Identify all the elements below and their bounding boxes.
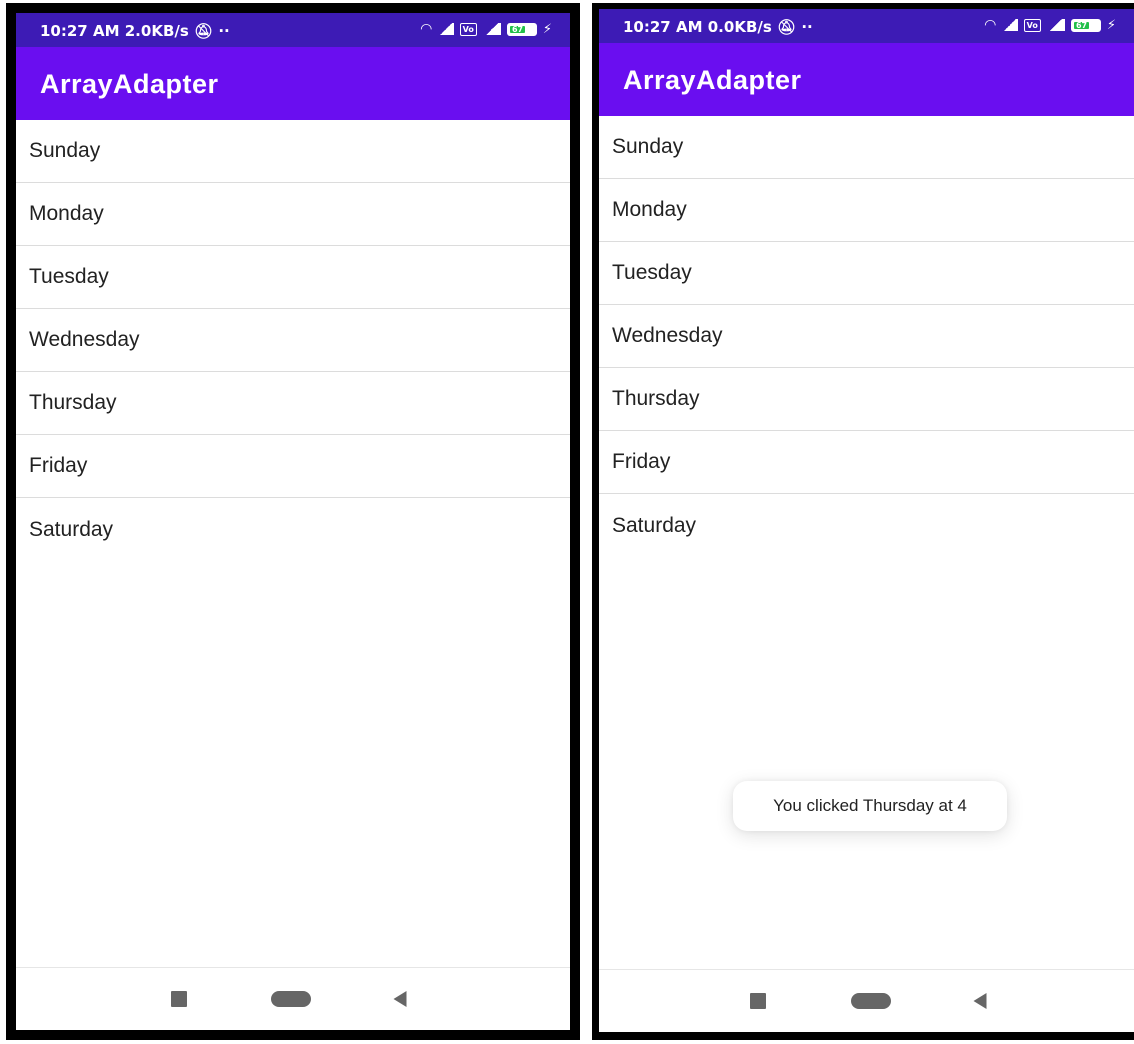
lte-signal-icon [482, 23, 501, 35]
day-list: Sunday Monday Tuesday Wednesday Thursday… [16, 120, 570, 561]
app-screen: 10:27 AM 2.0KB/s 🔕︎ ·· ◠ Vo 67 ⚡︎ ArrayA… [16, 13, 570, 1030]
recents-button[interactable] [171, 991, 187, 1007]
status-speed: 2.0KB/s [124, 22, 189, 40]
list-item-saturday[interactable]: Saturday [16, 498, 570, 561]
day-list: Sunday Monday Tuesday Wednesday Thursday… [599, 116, 1134, 557]
back-button[interactable] [973, 993, 987, 1009]
wifi-icon: ◠ [984, 17, 996, 33]
navigation-bar [16, 967, 570, 1030]
dots-icon: ·· [801, 18, 813, 36]
volte-icon: Vo [459, 22, 477, 36]
recents-button[interactable] [750, 993, 766, 1009]
signal-icon [437, 23, 454, 35]
lte-signal-icon [1046, 19, 1065, 31]
list-item-thursday[interactable]: Thursday [16, 372, 570, 435]
mute-icon: 🔕︎ [194, 22, 214, 40]
list-item-thursday[interactable]: Thursday [599, 368, 1134, 431]
toast-message: You clicked Thursday at 4 [733, 781, 1007, 831]
app-title: ArrayAdapter [623, 65, 802, 95]
app-title: ArrayAdapter [40, 69, 219, 99]
battery-icon: 67 [1070, 18, 1101, 32]
list-item-tuesday[interactable]: Tuesday [16, 246, 570, 309]
status-right: ◠ Vo 67 ⚡︎ [421, 21, 552, 37]
list-item-saturday[interactable]: Saturday [599, 494, 1134, 557]
signal-icon [1001, 19, 1018, 31]
app-screen: 10:27 AM 0.0KB/s 🔕︎ ·· ◠ Vo 67 ⚡︎ ArrayA… [599, 9, 1134, 1032]
home-button[interactable] [271, 991, 311, 1007]
status-speed: 0.0KB/s [707, 18, 772, 36]
home-button[interactable] [851, 993, 891, 1009]
app-bar: ArrayAdapter [599, 43, 1134, 116]
list-item-tuesday[interactable]: Tuesday [599, 242, 1134, 305]
list-item-sunday[interactable]: Sunday [599, 116, 1134, 179]
dots-icon: ·· [218, 22, 230, 40]
phone-screen-left: 10:27 AM 2.0KB/s 🔕︎ ·· ◠ Vo 67 ⚡︎ ArrayA… [6, 3, 580, 1040]
list-item-friday[interactable]: Friday [599, 431, 1134, 494]
volte-icon: Vo [1023, 18, 1041, 32]
battery-level: 67 [509, 25, 526, 33]
list-item-wednesday[interactable]: Wednesday [599, 305, 1134, 368]
charging-icon: ⚡︎ [1106, 17, 1116, 33]
list-item-friday[interactable]: Friday [16, 435, 570, 498]
app-bar: ArrayAdapter [16, 47, 570, 120]
screenshot-canvas: 10:27 AM 2.0KB/s 🔕︎ ·· ◠ Vo 67 ⚡︎ ArrayA… [0, 0, 1134, 1044]
mute-icon: 🔕︎ [777, 18, 797, 36]
status-time: 10:27 AM [623, 18, 703, 36]
navigation-bar [599, 969, 1134, 1032]
charging-icon: ⚡︎ [542, 21, 552, 37]
list-item-monday[interactable]: Monday [599, 179, 1134, 242]
status-left: 10:27 AM 2.0KB/s 🔕︎ ·· [40, 22, 230, 40]
back-button[interactable] [393, 991, 407, 1007]
status-bar: 10:27 AM 2.0KB/s 🔕︎ ·· ◠ Vo 67 ⚡︎ [16, 13, 570, 47]
list-item-wednesday[interactable]: Wednesday [16, 309, 570, 372]
list-item-monday[interactable]: Monday [16, 183, 570, 246]
status-right: ◠ Vo 67 ⚡︎ [985, 17, 1116, 33]
phone-screen-right: 10:27 AM 0.0KB/s 🔕︎ ·· ◠ Vo 67 ⚡︎ ArrayA… [592, 3, 1134, 1040]
list-item-sunday[interactable]: Sunday [16, 120, 570, 183]
status-time: 10:27 AM [40, 22, 120, 40]
battery-level: 67 [1073, 21, 1090, 29]
status-bar: 10:27 AM 0.0KB/s 🔕︎ ·· ◠ Vo 67 ⚡︎ [599, 9, 1134, 43]
battery-icon: 67 [506, 22, 537, 36]
status-left: 10:27 AM 0.0KB/s 🔕︎ ·· [623, 18, 813, 36]
wifi-icon: ◠ [420, 21, 432, 37]
